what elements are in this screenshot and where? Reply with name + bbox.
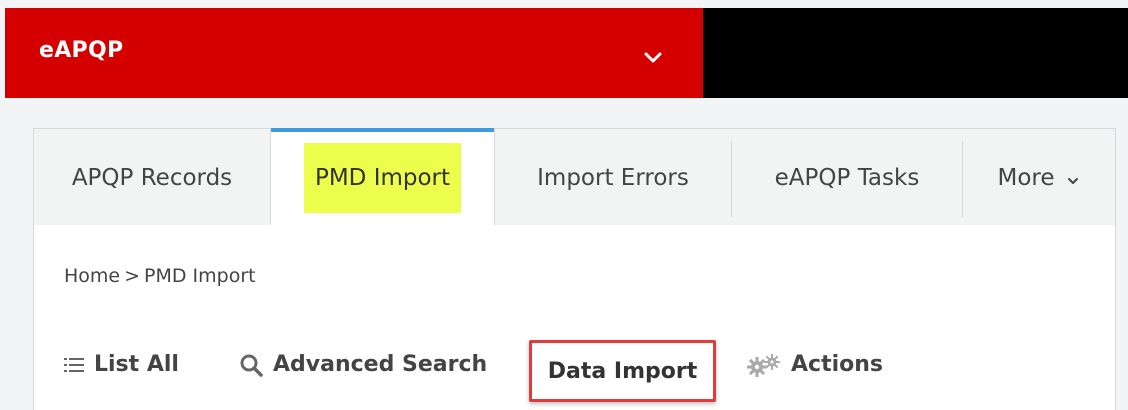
breadcrumb: Home > PMD Import [64,265,256,287]
tab-label: eAPQP Tasks [774,164,920,191]
chevron-down-icon [1067,165,1079,191]
tab-label: APQP Records [71,164,233,191]
advanced-search-label: Advanced Search [273,352,488,377]
tab-label: PMD Import [303,143,462,213]
tab-import-errors[interactable]: Import Errors [495,129,731,226]
gears-icon [747,353,781,377]
chevron-down-icon[interactable] [644,49,662,68]
data-import-label: Data Import [547,358,698,384]
tab-pmd-import[interactable]: PMD Import [270,128,495,227]
app-menu[interactable]: eAPQP [5,8,703,98]
breadcrumb-current: PMD Import [144,265,256,287]
data-import-button[interactable]: Data Import [529,340,716,402]
tab-more[interactable]: More [963,129,1113,226]
breadcrumb-separator: > [124,265,141,287]
tab-apqp-records[interactable]: APQP Records [34,129,270,226]
tab-bar: APQP Records PMD Import Import Errors eA… [33,128,1116,227]
tab-label: Import Errors [537,164,689,191]
advanced-search-button[interactable]: Advanced Search [239,352,487,377]
actions-button[interactable]: Actions [747,352,883,377]
list-icon [64,357,84,373]
list-all-label: List All [94,352,179,377]
top-bar: eAPQP [0,0,1128,98]
top-bar-dark-region [703,8,1128,98]
search-icon [239,353,263,377]
actions-label: Actions [791,352,883,377]
app-name: eAPQP [39,38,124,63]
tab-label: More [997,164,1055,191]
tab-eapqp-tasks[interactable]: eAPQP Tasks [732,129,962,226]
active-tab-indicator [271,128,494,132]
breadcrumb-home[interactable]: Home [64,265,120,287]
content-panel: Home > PMD Import List All Advanced Search… [33,225,1116,410]
list-all-button[interactable]: List All [64,352,179,377]
